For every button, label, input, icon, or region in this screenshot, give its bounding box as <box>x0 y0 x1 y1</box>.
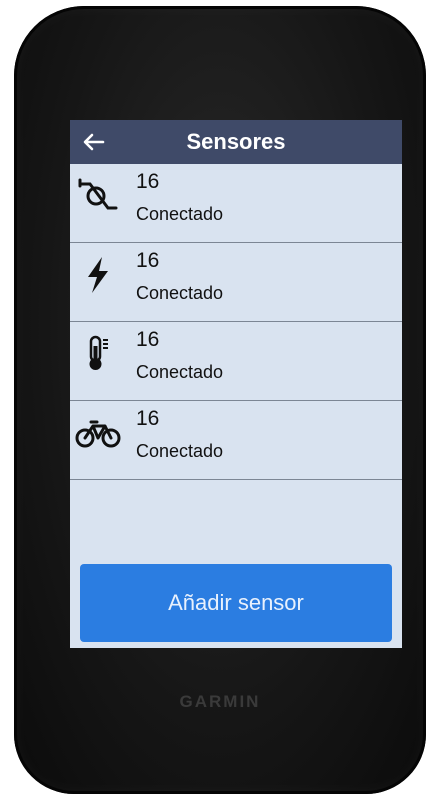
power-bolt-icon <box>74 251 122 299</box>
sensor-status: Conectado <box>136 441 224 461</box>
device-frame: Sensores 16 Conectado 16 Conectado 16 Co… <box>14 6 426 794</box>
sensor-status: Conectado <box>136 204 224 224</box>
sensor-status: Conectado <box>136 283 224 303</box>
sensor-value: 16 <box>136 407 160 430</box>
page-title: Sensores <box>186 129 286 154</box>
bike-icon <box>74 409 122 457</box>
sensor-row-1[interactable]: 16 Conectado <box>70 164 402 243</box>
thermometer-icon <box>74 330 122 378</box>
sensor-row-3[interactable]: 16 Conectado <box>70 322 402 401</box>
sensor-value: 16 <box>136 170 160 193</box>
header-bar: Sensores <box>70 120 402 164</box>
sensor-status: Conectado <box>136 362 224 382</box>
screen: Sensores 16 Conectado 16 Conectado 16 Co… <box>70 120 402 648</box>
add-sensor-button[interactable]: Añadir sensor <box>80 564 392 642</box>
sensor-value: 16 <box>136 328 160 351</box>
brand-logo: GARMIN <box>179 692 261 711</box>
pedal-sensor-icon <box>74 172 122 220</box>
sensor-row-4[interactable]: 16 Conectado <box>70 401 402 480</box>
sensor-row-2[interactable]: 16 Conectado <box>70 243 402 322</box>
sensor-value: 16 <box>136 249 160 272</box>
